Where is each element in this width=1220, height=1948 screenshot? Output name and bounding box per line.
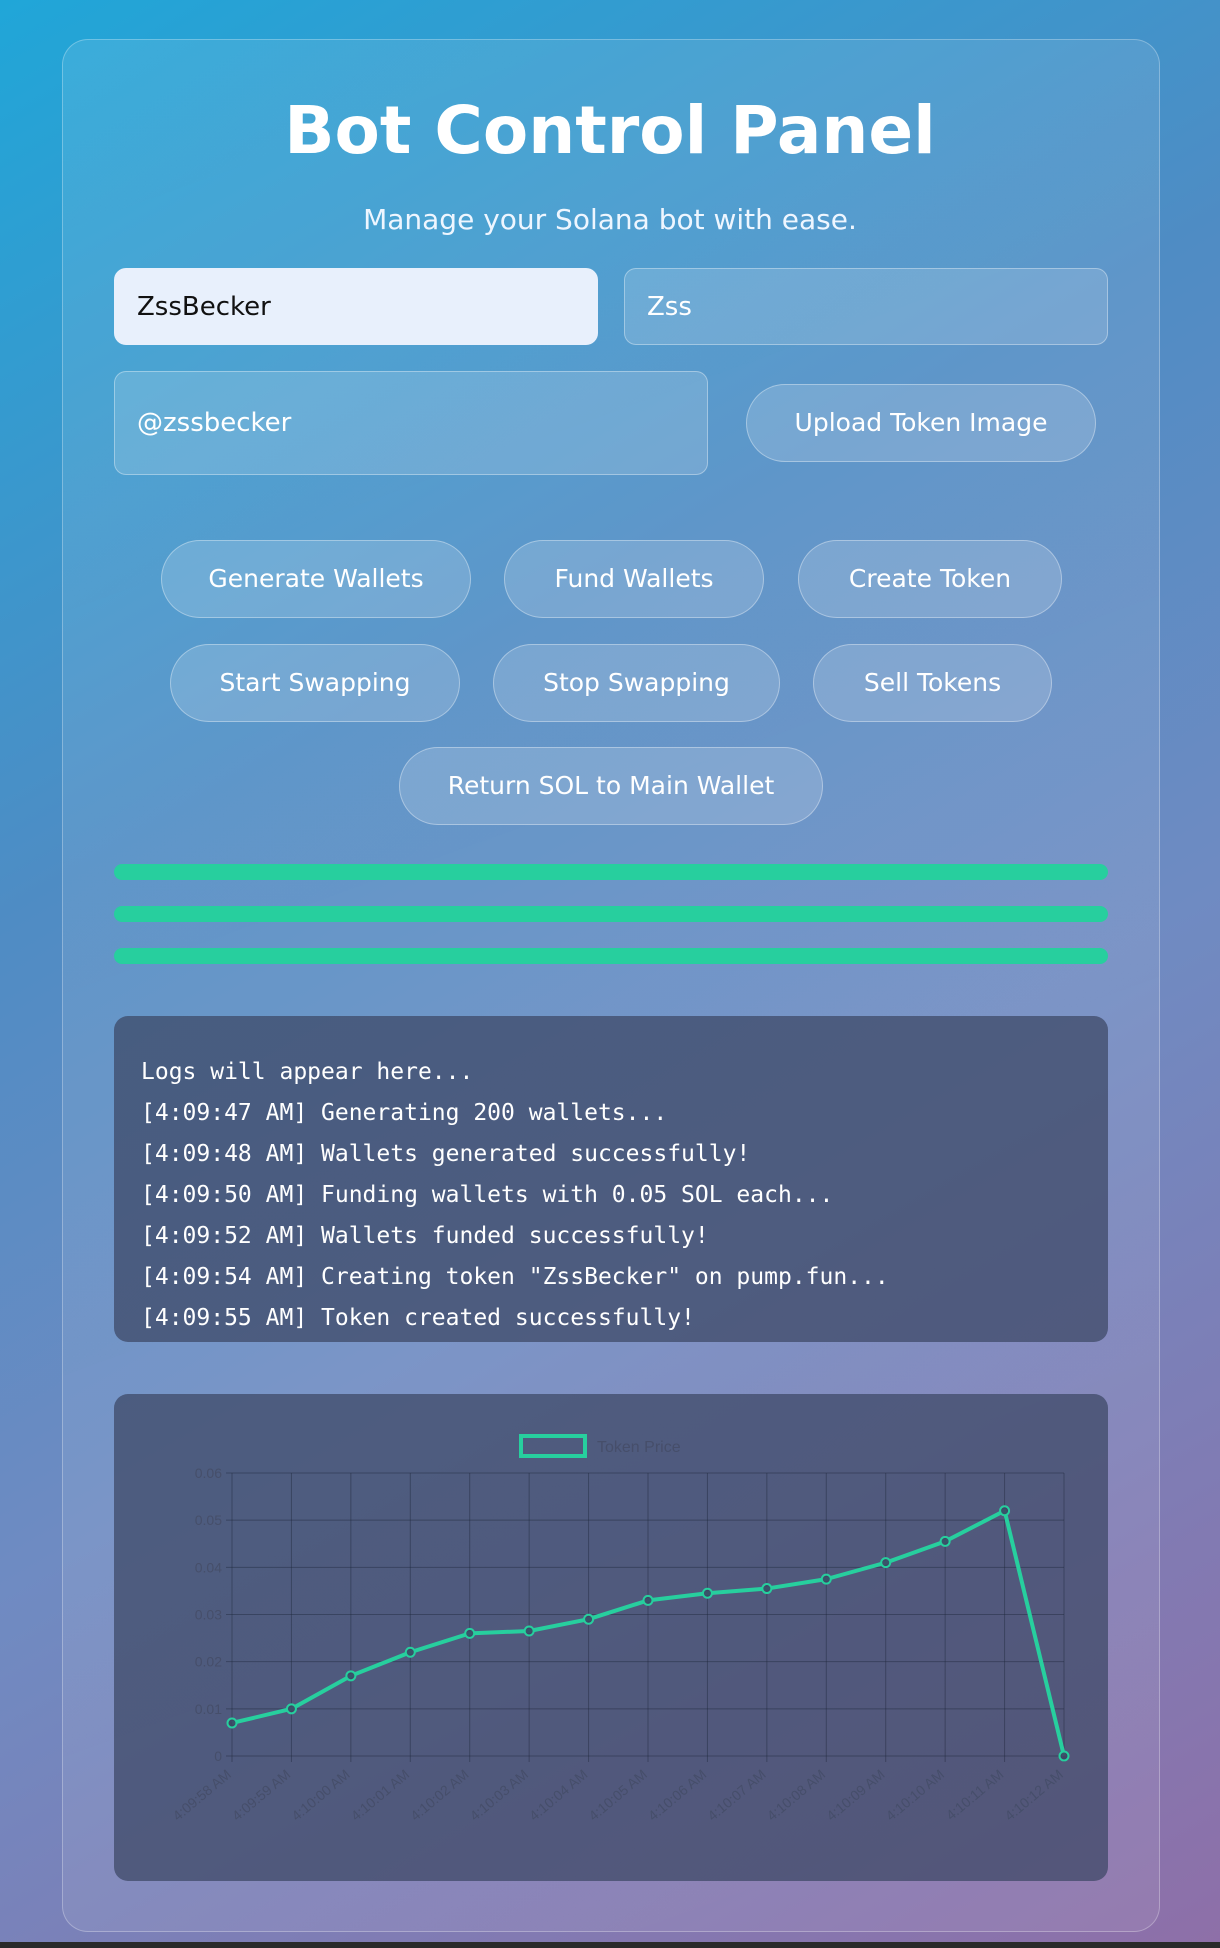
y-tick-label: 0.06: [195, 1465, 222, 1481]
x-tick-label: 4:10:05 AM: [585, 1766, 650, 1824]
price-data-point: [1058, 1750, 1070, 1762]
price-data-point: [464, 1627, 476, 1639]
y-tick-label: 0.02: [195, 1654, 222, 1670]
x-tick-label: 4:10:06 AM: [645, 1766, 710, 1824]
y-tick-label: 0.03: [195, 1607, 222, 1623]
price-data-point: [939, 1535, 951, 1547]
price-data-point: [642, 1594, 654, 1606]
x-tick-label: 4:09:58 AM: [169, 1766, 234, 1824]
price-data-point: [523, 1625, 535, 1637]
token-symbol-input[interactable]: [624, 268, 1108, 345]
x-tick-label: 4:10:07 AM: [704, 1766, 769, 1824]
log-line: [4:09:55 AM] Token created successfully!: [141, 1305, 695, 1331]
generate-wallets-button[interactable]: Generate Wallets: [161, 540, 471, 618]
return-sol-button[interactable]: Return SOL to Main Wallet: [399, 747, 823, 825]
price-chart: 0 0.01 0.02 0.03 0.04 0.05 0.06 4:09:58 AM4:09:…: [169, 1434, 1070, 1824]
x-tick-label: 4:10:01 AM: [348, 1766, 413, 1824]
price-data-point: [404, 1646, 416, 1658]
price-data-point: [285, 1703, 297, 1715]
token-name-input[interactable]: [114, 268, 598, 345]
create-token-button[interactable]: Create Token: [798, 540, 1062, 618]
legend-label: Token Price: [597, 1439, 681, 1456]
price-data-point: [999, 1505, 1011, 1517]
price-data-point: [226, 1717, 238, 1729]
stop-swapping-button[interactable]: Stop Swapping: [493, 644, 780, 722]
page-subtitle: Manage your Solana bot with ease.: [363, 203, 857, 236]
log-panel: Logs will appear here... [4:09:47 AM] Ge…: [114, 1016, 1108, 1342]
price-data-point: [761, 1583, 773, 1595]
price-data-point: [701, 1587, 713, 1599]
x-tick-label: 4:10:11 AM: [943, 1766, 1007, 1823]
progress-bar-3: [114, 948, 1108, 964]
log-line: [4:09:48 AM] Wallets generated successfu…: [141, 1141, 751, 1167]
y-tick-label: 0.04: [195, 1559, 222, 1575]
x-tick-label: 4:09:59 AM: [229, 1766, 294, 1824]
x-tick-label: 4:10:08 AM: [764, 1766, 829, 1824]
log-line: [4:09:54 AM] Creating token "ZssBecker" …: [141, 1264, 889, 1290]
price-data-point: [583, 1613, 595, 1625]
x-tick-label: 4:10:02 AM: [407, 1766, 472, 1824]
x-tick-label: 4:10:04 AM: [526, 1766, 591, 1824]
y-tick-label: 0.05: [195, 1512, 222, 1528]
y-tick-label: 0.01: [195, 1701, 222, 1717]
price-data-point: [880, 1557, 892, 1569]
log-line: Logs will appear here...: [141, 1059, 474, 1085]
progress-bar-2: [114, 906, 1108, 922]
x-tick-label: 4:10:00 AM: [288, 1766, 353, 1824]
x-tick-label: 4:10:12 AM: [1001, 1766, 1066, 1824]
fund-wallets-button[interactable]: Fund Wallets: [504, 540, 764, 618]
price-data-point: [820, 1573, 832, 1585]
y-tick-label: 0: [214, 1748, 222, 1764]
log-line: [4:09:50 AM] Funding wallets with 0.05 S…: [141, 1182, 834, 1208]
x-tick-label: 4:10:03 AM: [467, 1766, 532, 1824]
legend-swatch: [519, 1434, 587, 1458]
start-swapping-button[interactable]: Start Swapping: [170, 644, 460, 722]
price-data-point: [345, 1670, 357, 1682]
bottom-edge: [0, 1942, 1220, 1948]
progress-bar-1: [114, 864, 1108, 880]
twitter-handle-input[interactable]: [114, 371, 708, 475]
page-title: Bot Control Panel: [284, 92, 936, 169]
x-tick-label: 4:10:10 AM: [883, 1766, 948, 1824]
x-tick-label: 4:10:09 AM: [823, 1766, 888, 1824]
price-chart-panel: 0 0.01 0.02 0.03 0.04 0.05 0.06 4:09:58 AM 4:09:…: [114, 1394, 1108, 1881]
upload-token-image-button[interactable]: Upload Token Image: [746, 384, 1096, 462]
log-line: [4:09:52 AM] Wallets funded successfully…: [141, 1223, 709, 1249]
sell-tokens-button[interactable]: Sell Tokens: [813, 644, 1052, 722]
log-line: [4:09:47 AM] Generating 200 wallets...: [141, 1100, 668, 1126]
